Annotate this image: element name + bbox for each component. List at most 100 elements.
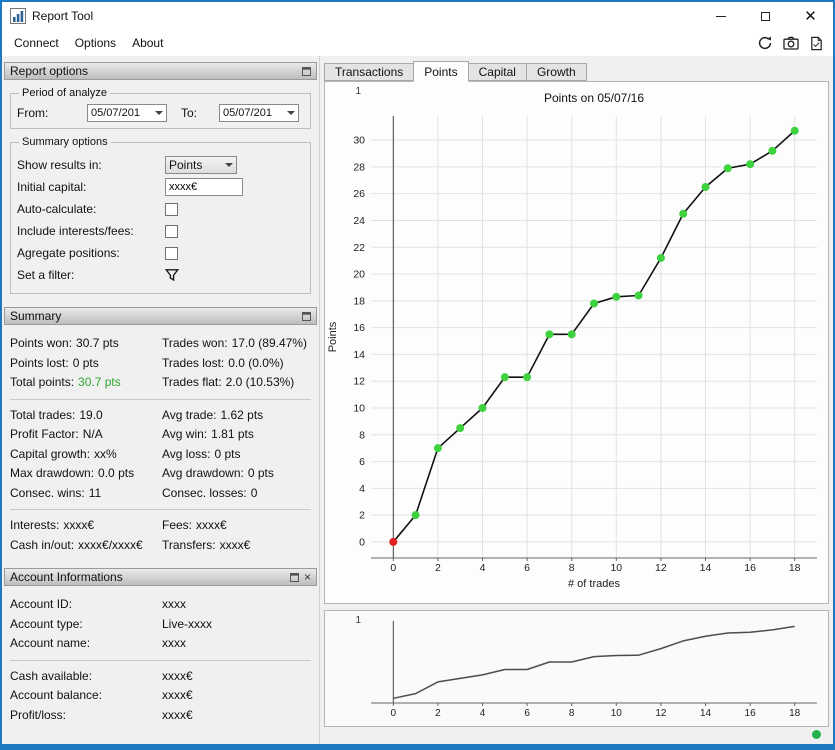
filter-button[interactable]: [165, 268, 179, 282]
auto-calculate-checkbox[interactable]: [165, 203, 178, 216]
stat-row: Cash in/out:xxxx€/xxxx€ Transfers:xxxx€: [10, 536, 311, 556]
refresh-button[interactable]: [756, 35, 773, 52]
toolbar-icons: [756, 35, 825, 52]
maximize-button[interactable]: [743, 2, 788, 30]
minimize-icon: [716, 16, 726, 17]
account-row: Account type:Live-xxxx: [10, 615, 311, 635]
svg-text:6: 6: [524, 708, 530, 719]
from-date-select[interactable]: 05/07/201: [87, 104, 167, 122]
svg-text:6: 6: [524, 562, 530, 574]
show-results-select[interactable]: Points: [165, 156, 237, 174]
account-value: xxxx: [162, 595, 186, 615]
float-panel-icon: [302, 67, 311, 76]
svg-text:8: 8: [359, 429, 365, 441]
stat-row: Profit Factor:N/A Avg win:1.81 pts: [10, 425, 311, 445]
svg-text:14: 14: [700, 562, 712, 574]
account-label: Account balance:: [10, 686, 162, 706]
menu-bar: Connect Options About: [2, 30, 833, 56]
tab-bar: Transactions Points Capital Growth: [324, 60, 833, 81]
app-window: Report Tool ✕ Connect Options About: [0, 0, 835, 750]
show-results-value: Points: [169, 158, 202, 172]
agregate-positions-checkbox[interactable]: [165, 247, 178, 260]
minimize-button[interactable]: [698, 2, 743, 30]
show-results-label: Show results in:: [17, 158, 165, 172]
svg-text:26: 26: [353, 188, 365, 200]
float-panel-button[interactable]: [290, 573, 299, 582]
export-report-button[interactable]: [808, 35, 825, 52]
svg-text:18: 18: [789, 708, 801, 719]
stat-row: Consec. wins:11 Consec. losses:0: [10, 484, 311, 504]
svg-text:14: 14: [353, 349, 365, 361]
svg-text:Points: Points: [327, 321, 339, 352]
left-sidebar: Report options Period of analyze From: 0…: [2, 56, 320, 744]
float-panel-button[interactable]: [302, 67, 311, 76]
stat-label: Points lost:: [10, 356, 69, 370]
tab-capital[interactable]: Capital: [469, 63, 526, 81]
account-info: Account ID:xxxx Account type:Live-xxxx A…: [10, 595, 311, 725]
tab-growth[interactable]: Growth: [526, 63, 587, 81]
initial-capital-input[interactable]: [165, 178, 243, 196]
summary-options-title: Summary options: [19, 136, 111, 148]
svg-text:24: 24: [353, 215, 365, 227]
stat-label: Interests:: [10, 518, 59, 532]
stat-label: Profit Factor:: [10, 427, 79, 441]
svg-text:8: 8: [569, 562, 575, 574]
to-date-value: 05/07/201: [223, 107, 272, 119]
svg-text:12: 12: [655, 708, 667, 719]
svg-text:0: 0: [390, 562, 396, 574]
svg-text:# of trades: # of trades: [568, 578, 620, 590]
account-row: Cash available:xxxx€: [10, 667, 311, 687]
svg-text:20: 20: [353, 269, 365, 281]
stat-label: Cash in/out:: [10, 538, 74, 552]
stat-value: 30.7 pts: [76, 336, 119, 350]
svg-text:16: 16: [745, 708, 757, 719]
stat-value: 0 pts: [214, 447, 240, 461]
close-button[interactable]: ✕: [788, 2, 833, 30]
svg-text:6: 6: [359, 456, 365, 468]
svg-text:14: 14: [700, 708, 712, 719]
close-panel-button[interactable]: ×: [304, 571, 311, 583]
tab-transactions[interactable]: Transactions: [324, 63, 413, 81]
svg-text:8: 8: [569, 708, 575, 719]
stat-value: 0 pts: [73, 356, 99, 370]
account-label: Account name:: [10, 634, 162, 654]
chart-pane: Transactions Points Capital Growth 02468…: [320, 56, 833, 744]
svg-text:18: 18: [353, 295, 365, 307]
initial-capital-label: Initial capital:: [17, 180, 165, 194]
connection-status-dot: [812, 730, 821, 739]
overview-chart: 0246810121416181: [325, 611, 827, 721]
app-icon: [10, 8, 26, 24]
account-row: Account balance:xxxx€: [10, 686, 311, 706]
period-group-title: Period of analyze: [19, 87, 110, 99]
camera-icon: [783, 35, 799, 51]
stat-label: Avg trade:: [162, 408, 216, 422]
svg-text:2: 2: [359, 510, 365, 522]
menu-item-connect[interactable]: Connect: [6, 32, 67, 54]
stat-label: Avg loss:: [162, 447, 210, 461]
float-panel-button[interactable]: [302, 312, 311, 321]
account-label: Cash available:: [10, 667, 162, 687]
stat-label: Capital growth:: [10, 447, 90, 461]
stat-value: 1.81 pts: [211, 427, 254, 441]
stat-label: Max drawdown:: [10, 466, 94, 480]
stat-value: xxxx€: [63, 518, 94, 532]
stat-value: xxxx€: [196, 518, 227, 532]
menu-item-about[interactable]: About: [124, 32, 171, 54]
menu-item-options[interactable]: Options: [67, 32, 124, 54]
summary-options-group: Summary options Show results in: Points …: [10, 142, 311, 294]
tab-points[interactable]: Points: [413, 61, 468, 82]
screenshot-button[interactable]: [782, 35, 799, 52]
include-interests-checkbox[interactable]: [165, 225, 178, 238]
account-label: Account ID:: [10, 595, 162, 615]
stat-row: Capital growth:xx% Avg loss:0 pts: [10, 445, 311, 465]
account-value: xxxx€: [162, 706, 193, 726]
stat-label: Total trades:: [10, 408, 75, 422]
account-label: Profit/loss:: [10, 706, 162, 726]
svg-text:4: 4: [359, 483, 365, 495]
agregate-positions-label: Agregate positions:: [17, 246, 165, 260]
stat-value: 0.0 (0.0%): [228, 356, 283, 370]
svg-text:0: 0: [359, 536, 365, 548]
to-date-select[interactable]: 05/07/201: [219, 104, 299, 122]
svg-text:0: 0: [391, 708, 397, 719]
points-chart: 0246810121416180246810121416182022242628…: [325, 82, 827, 598]
